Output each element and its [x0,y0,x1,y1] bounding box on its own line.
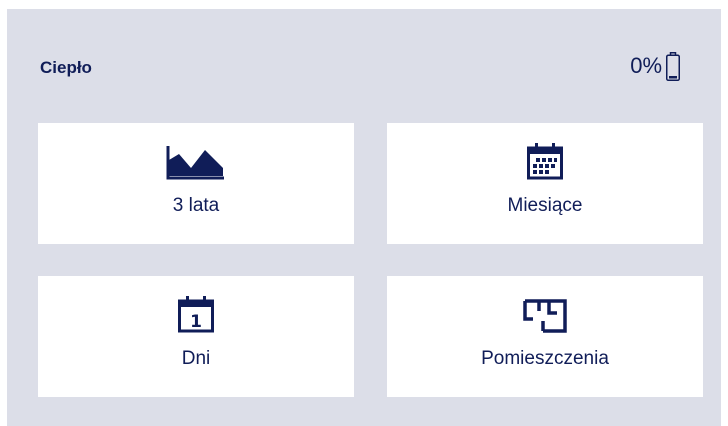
floor-plan-icon [523,293,567,333]
tile-months[interactable]: Miesiące [387,123,703,244]
tile-days[interactable]: 1 Dni [38,276,354,397]
tile-label: 3 lata [172,195,220,216]
panel-title: Ciepło [40,58,92,77]
calendar-day-number: 1 [190,312,202,332]
tile-label: Dni [181,348,211,369]
tile-3-years[interactable]: 3 lata [38,123,354,244]
panel-header: Ciepło 0% [7,9,721,119]
tile-label: Miesiące [507,195,583,216]
calendar-month-icon [527,140,563,180]
area-chart-icon [165,140,227,180]
tile-label: Pomieszczenia [481,348,609,369]
heat-panel: Ciepło 0% 3 lata Miesiące 1 Dni Pomieszc… [7,9,721,426]
calendar-day-icon: 1 [178,293,214,333]
tile-rooms[interactable]: Pomieszczenia [387,276,703,397]
battery-percent: 0% [630,53,662,78]
battery-icon [666,52,680,81]
